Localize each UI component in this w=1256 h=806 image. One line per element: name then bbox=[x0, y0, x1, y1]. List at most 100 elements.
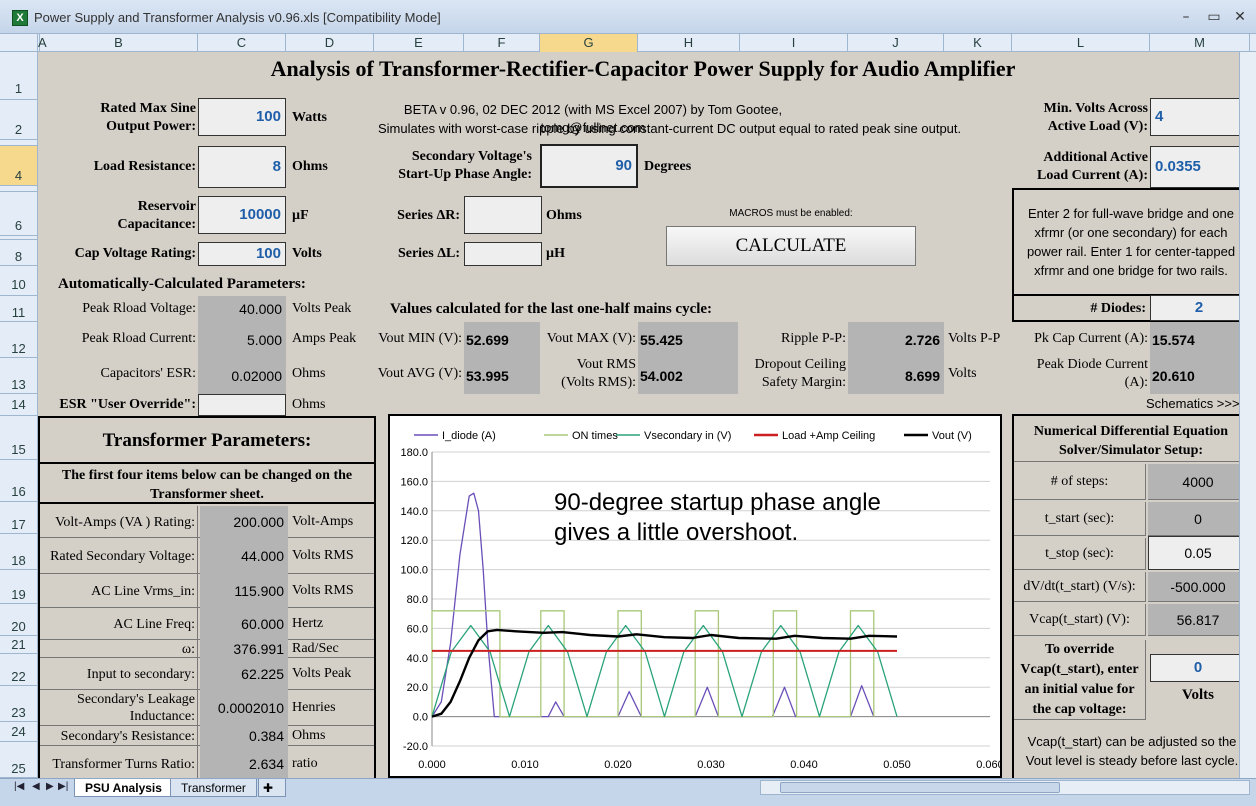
transformer-row-unit: Henries bbox=[292, 700, 336, 715]
row-header[interactable]: 8 bbox=[0, 240, 37, 266]
row-header[interactable]: 21 bbox=[0, 636, 37, 654]
series-r-input[interactable] bbox=[464, 196, 542, 234]
column-header[interactable]: D bbox=[286, 34, 374, 52]
y-tick-label: -20.0 bbox=[403, 741, 428, 753]
cap-voltage-label: Cap Voltage Rating: bbox=[74, 246, 196, 261]
row-header[interactable]: 13 bbox=[0, 358, 37, 394]
row-header[interactable]: 6 bbox=[0, 192, 37, 236]
series-l-input[interactable] bbox=[464, 242, 542, 266]
tstop-input[interactable]: 0.05 bbox=[1148, 536, 1248, 570]
transformer-note: The first four items below can be change… bbox=[40, 462, 374, 504]
prev-sheet-icon[interactable]: ◀ bbox=[32, 781, 40, 792]
column-header[interactable]: K bbox=[944, 34, 1012, 52]
vertical-scrollbar[interactable] bbox=[1239, 52, 1256, 778]
column-header[interactable]: C bbox=[198, 34, 286, 52]
dropout-unit: Volts bbox=[948, 366, 977, 381]
row-header[interactable]: 23 bbox=[0, 686, 37, 722]
esr-override-unit: Ohms bbox=[292, 397, 326, 412]
peak-voltage-value: 40.000 bbox=[198, 296, 286, 322]
row-header[interactable]: 18 bbox=[0, 534, 37, 570]
x-tick-label: 0.000 bbox=[418, 759, 446, 771]
row-header[interactable]: 16 bbox=[0, 460, 37, 502]
row-header[interactable]: 12 bbox=[0, 322, 37, 358]
column-header[interactable]: M bbox=[1150, 34, 1250, 52]
close-icon[interactable]: ✕ bbox=[1230, 8, 1250, 26]
next-sheet-icon[interactable]: ▶ bbox=[46, 781, 54, 792]
diodes-input[interactable]: 2 bbox=[1150, 295, 1248, 321]
cap-voltage-input[interactable]: 100 bbox=[198, 242, 286, 266]
schematics-link[interactable]: Schematics >>> bbox=[1146, 396, 1240, 411]
vout-max-value: 55.425 bbox=[638, 322, 738, 358]
last-sheet-icon[interactable]: ▶| bbox=[58, 781, 68, 792]
y-tick-label: 0.0 bbox=[413, 712, 428, 724]
column-header[interactable]: L bbox=[1012, 34, 1150, 52]
rated-power-input[interactable]: 100 bbox=[198, 98, 286, 136]
diodes-note: Enter 2 for full-wave bridge and one xfr… bbox=[1026, 206, 1236, 278]
vout-avg-value: 53.995 bbox=[464, 358, 540, 394]
transformer-row-label: AC Line Freq: bbox=[40, 608, 198, 640]
calculate-button[interactable]: CALCULATE bbox=[666, 226, 916, 266]
tab-transformer[interactable]: Transformer bbox=[170, 779, 257, 797]
dvdt-label: dV/dt(t_start) (V/s): bbox=[1014, 572, 1146, 602]
row-header[interactable]: 14 bbox=[0, 394, 37, 416]
row-header[interactable]: 11 bbox=[0, 296, 37, 322]
row-header[interactable]: 19 bbox=[0, 570, 37, 604]
series-line bbox=[431, 628, 898, 718]
row-header[interactable]: 10 bbox=[0, 266, 37, 296]
column-header[interactable]: J bbox=[848, 34, 944, 52]
transformer-row-value: 200.000 bbox=[200, 506, 288, 538]
chart-annotation: 90-degree startup phase angle bbox=[554, 489, 881, 516]
column-header[interactable]: I bbox=[740, 34, 848, 52]
column-header[interactable]: B bbox=[40, 34, 198, 52]
series-l-label: Series ΔL: bbox=[397, 246, 460, 261]
column-header[interactable]: G bbox=[540, 34, 638, 52]
y-tick-label: 20.0 bbox=[407, 682, 428, 694]
phase-angle-input[interactable]: 90 bbox=[540, 144, 638, 188]
transformer-row-value: 0.384 bbox=[200, 726, 288, 746]
new-sheet-icon[interactable]: ✚ bbox=[258, 779, 286, 797]
legend-entry: I_diode (A) bbox=[442, 430, 496, 442]
tab-psu-analysis[interactable]: PSU Analysis bbox=[74, 779, 173, 797]
pk-diode-current-value: 20.610 bbox=[1150, 358, 1248, 394]
minimize-icon[interactable]: – bbox=[1176, 8, 1196, 26]
transformer-row-unit: Volts Peak bbox=[292, 666, 352, 681]
row-header[interactable]: 20 bbox=[0, 604, 37, 636]
reservoir-input[interactable]: 10000 bbox=[198, 196, 286, 234]
select-all-corner[interactable] bbox=[0, 34, 38, 52]
simulation-chart: 180.0 160.0 140.0 120.0 100.0 80.0 60.0 40.0 20.… bbox=[388, 414, 1004, 778]
row-header[interactable]: 17 bbox=[0, 502, 37, 534]
row-header[interactable]: 1 bbox=[0, 52, 37, 100]
load-resistance-input[interactable]: 8 bbox=[198, 146, 286, 188]
vcap-value: 56.817 bbox=[1148, 604, 1248, 636]
series-r-unit: Ohms bbox=[546, 208, 582, 223]
adjust-note: Vcap(t_start) can be adjusted so the Vou… bbox=[1025, 734, 1239, 768]
row-header[interactable]: 2 bbox=[0, 100, 37, 140]
first-sheet-icon[interactable]: |◀ bbox=[14, 781, 24, 792]
restore-icon[interactable]: ▭ bbox=[1204, 8, 1224, 26]
row-header[interactable]: 24 bbox=[0, 722, 37, 742]
legend-entry: Vout (V) bbox=[932, 430, 972, 442]
excel-icon: X bbox=[12, 10, 28, 26]
row-header[interactable]: 15 bbox=[0, 416, 37, 460]
row-header[interactable]: 25 bbox=[0, 742, 37, 778]
column-header[interactable]: H bbox=[638, 34, 740, 52]
transformer-row-unit: Hertz bbox=[292, 616, 324, 631]
ripple-unit: Volts P-P bbox=[948, 331, 1001, 346]
series-line bbox=[431, 610, 875, 718]
esr-override-input[interactable] bbox=[198, 394, 286, 416]
additional-current-input[interactable]: 0.0355 bbox=[1150, 146, 1248, 188]
series-l-unit: µH bbox=[546, 246, 565, 261]
dropout-label: Dropout Ceiling Safety Margin: bbox=[754, 357, 846, 390]
override-input[interactable]: 0 bbox=[1150, 654, 1246, 682]
row-header[interactable]: 4 bbox=[0, 146, 37, 186]
esr-value: 0.02000 bbox=[198, 358, 286, 394]
column-header[interactable]: F bbox=[464, 34, 540, 52]
peak-voltage-unit: Volts Peak bbox=[292, 301, 352, 316]
transformer-row: Input to secondary: 62.225 Volts Peak bbox=[40, 658, 374, 690]
min-volts-input[interactable]: 4 bbox=[1150, 98, 1248, 136]
legend-entry: Vsecondary in (V) bbox=[644, 430, 731, 442]
vout-rms-value: 54.002 bbox=[638, 358, 738, 394]
horizontal-scroll-thumb[interactable] bbox=[780, 782, 1060, 793]
column-header[interactable]: E bbox=[374, 34, 464, 52]
row-header[interactable]: 22 bbox=[0, 654, 37, 686]
